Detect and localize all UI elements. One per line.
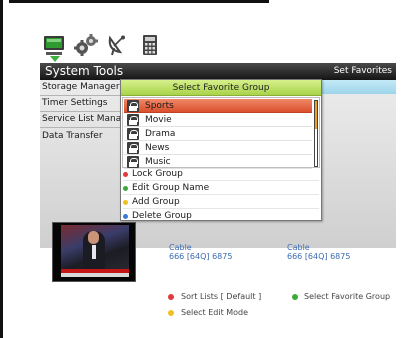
hint-label: Sort Lists [ Default ] bbox=[181, 292, 262, 301]
red-dot-icon bbox=[123, 172, 128, 177]
lock-icon bbox=[127, 100, 139, 112]
selection-arrow-icon bbox=[50, 56, 60, 62]
group-name: News bbox=[145, 143, 170, 153]
lock-icon bbox=[127, 128, 139, 140]
group-list: Sports Movie Drama News Music bbox=[122, 97, 320, 169]
blue-dot-icon bbox=[123, 214, 128, 219]
lock-group-action[interactable]: Lock Group bbox=[123, 167, 319, 181]
monitor-icon[interactable] bbox=[42, 34, 66, 56]
favorite-group-popup: Select Favorite Group Sports Movie Drama… bbox=[120, 79, 322, 221]
lock-icon bbox=[127, 114, 139, 126]
scrollbar-thumb[interactable] bbox=[315, 101, 317, 129]
sidebar-item-data-transfer[interactable]: Data Transfer bbox=[42, 129, 103, 144]
sort-lists-hint[interactable]: Sort Lists [ Default ] bbox=[168, 292, 261, 302]
header-strip bbox=[322, 80, 396, 94]
channel-info: 666 [64Q] 6875 bbox=[287, 252, 351, 261]
red-dot-icon bbox=[168, 294, 174, 300]
tv-preview bbox=[52, 222, 136, 282]
action-label: Lock Group bbox=[132, 169, 183, 179]
group-name: Drama bbox=[145, 129, 176, 139]
green-dot-icon bbox=[292, 294, 298, 300]
group-name: Sports bbox=[145, 101, 174, 111]
list-item-group[interactable]: Sports bbox=[124, 99, 312, 113]
channel-info: 666 [64Q] 6875 bbox=[169, 252, 233, 261]
yellow-dot-icon bbox=[123, 200, 128, 205]
satellite-dish-icon[interactable] bbox=[106, 34, 130, 56]
gears-icon[interactable] bbox=[74, 34, 98, 56]
lock-icon bbox=[127, 142, 139, 154]
group-name: Movie bbox=[145, 115, 172, 125]
scrollbar[interactable] bbox=[314, 100, 318, 167]
calculator-icon[interactable] bbox=[138, 34, 162, 56]
tv-preview-image bbox=[61, 225, 129, 277]
page-title: System Tools bbox=[45, 64, 124, 78]
action-label: Add Group bbox=[132, 197, 180, 207]
sidebar-item-service-list-manager[interactable]: Service List Manage bbox=[42, 112, 120, 127]
edit-group-name-action[interactable]: Edit Group Name bbox=[123, 181, 319, 195]
hint-label: Select Edit Mode bbox=[181, 308, 249, 317]
left-border bbox=[0, 0, 3, 338]
section-label: Set Favorites bbox=[333, 66, 392, 76]
green-dot-icon bbox=[123, 186, 128, 191]
delete-group-action[interactable]: Delete Group bbox=[123, 209, 319, 223]
select-edit-mode-hint[interactable]: Select Edit Mode bbox=[168, 308, 248, 318]
select-favorite-group-hint[interactable]: Select Favorite Group bbox=[292, 292, 390, 302]
toolbar-icons bbox=[42, 32, 162, 56]
hint-label: Select Favorite Group bbox=[304, 292, 391, 301]
action-label: Delete Group bbox=[132, 211, 192, 221]
add-group-action[interactable]: Add Group bbox=[123, 195, 319, 209]
sidebar-item-storage-manager[interactable]: Storage Manager bbox=[42, 80, 120, 95]
list-item-group[interactable]: News bbox=[124, 141, 312, 155]
list-item-group[interactable]: Drama bbox=[124, 127, 312, 141]
sidebar-item-timer-settings[interactable]: Timer Settings bbox=[42, 96, 108, 111]
divider bbox=[40, 127, 122, 128]
action-label: Edit Group Name bbox=[132, 183, 210, 193]
list-item-group[interactable]: Movie bbox=[124, 113, 312, 127]
top-border bbox=[9, 0, 269, 3]
yellow-dot-icon bbox=[168, 310, 174, 316]
channel-type: Cable bbox=[287, 243, 310, 252]
channel-type: Cable bbox=[169, 243, 192, 252]
popup-title: Select Favorite Group bbox=[121, 80, 321, 96]
title-bar: System Tools Set Favorites bbox=[40, 63, 396, 80]
